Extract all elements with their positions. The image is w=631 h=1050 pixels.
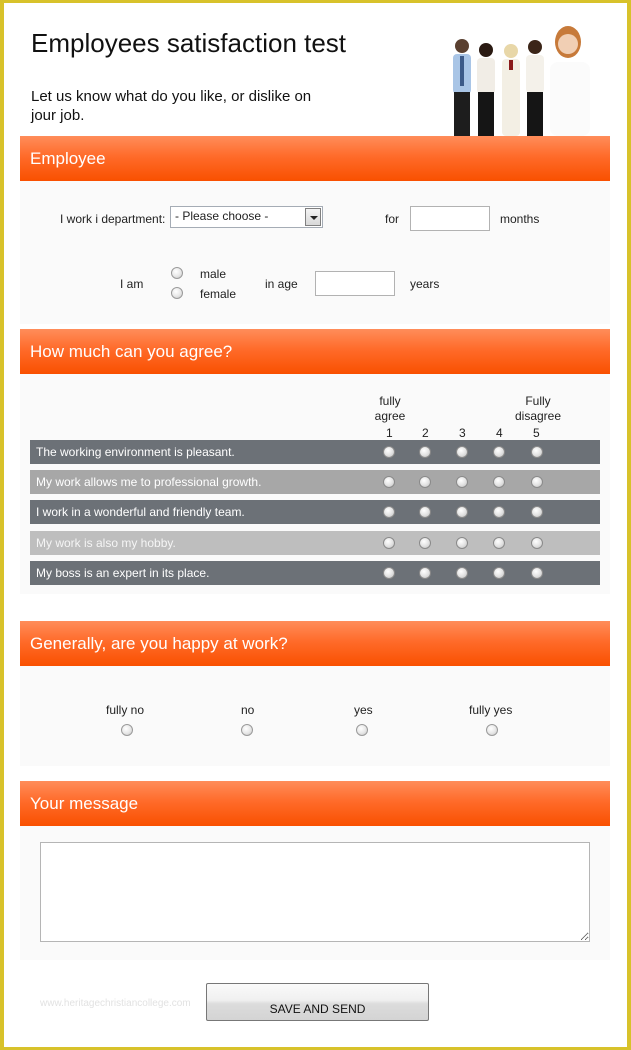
scale-number-5: 5 bbox=[533, 426, 540, 440]
agree-radio-4[interactable] bbox=[493, 506, 505, 518]
gender-label-male: male bbox=[200, 267, 227, 281]
agree-radio-5[interactable] bbox=[531, 567, 543, 579]
agree-radio-4[interactable] bbox=[493, 476, 505, 488]
message-textarea[interactable] bbox=[40, 842, 590, 942]
scale-number-2: 2 bbox=[422, 426, 429, 440]
age-label: in age bbox=[265, 277, 298, 291]
agree-radio-2[interactable] bbox=[419, 537, 431, 549]
happy-label-fully-yes: fully yes bbox=[469, 703, 513, 717]
gender-radio-male[interactable] bbox=[171, 267, 183, 279]
for-label: for bbox=[385, 212, 400, 226]
happy-label-yes: yes bbox=[354, 703, 373, 717]
gender-label-female: female bbox=[200, 287, 237, 301]
agree-radio-2[interactable] bbox=[419, 476, 431, 488]
section-body-employee bbox=[20, 181, 610, 324]
happy-label-no: no bbox=[241, 703, 255, 717]
person-3 bbox=[502, 44, 520, 136]
statement-row: The working environment is pleasant. bbox=[30, 440, 600, 464]
agree-radio-2[interactable] bbox=[419, 567, 431, 579]
page-title: Employees satisfaction test bbox=[31, 28, 347, 58]
gender-radio-female[interactable] bbox=[171, 287, 183, 299]
person-2 bbox=[477, 43, 495, 136]
statement-row: I work in a wonderful and friendly team. bbox=[30, 500, 600, 524]
statement-text: My boss is an expert in its place. bbox=[36, 566, 210, 580]
business-team-image bbox=[453, 26, 590, 136]
agree-radio-3[interactable] bbox=[456, 537, 468, 549]
age-input[interactable] bbox=[315, 271, 395, 296]
statement-text: The working environment is pleasant. bbox=[36, 445, 235, 459]
agree-radio-2[interactable] bbox=[419, 506, 431, 518]
section-header-message: Your message bbox=[20, 781, 610, 826]
scale-left-line-1: fully bbox=[379, 394, 401, 408]
happy-radio-yes[interactable] bbox=[356, 724, 368, 736]
statement-text: I work in a wonderful and friendly team. bbox=[36, 505, 245, 519]
agree-radio-4[interactable] bbox=[493, 537, 505, 549]
agree-radio-5[interactable] bbox=[531, 537, 543, 549]
scale-left-label: fully agree bbox=[365, 394, 415, 424]
years-label: years bbox=[410, 277, 440, 291]
save-and-send-button[interactable]: SAVE AND SEND bbox=[206, 983, 429, 1021]
department-select[interactable]: - Please choose - bbox=[170, 206, 323, 228]
section-header-happy: Generally, are you happy at work? bbox=[20, 621, 610, 666]
i-am-label: I am bbox=[120, 277, 144, 291]
statement-row: My work is also my hobby. bbox=[30, 531, 600, 555]
agree-radio-1[interactable] bbox=[383, 506, 395, 518]
agree-radio-4[interactable] bbox=[493, 567, 505, 579]
section-header-agree: How much can you agree? bbox=[20, 329, 610, 374]
department-select-value: - Please choose - bbox=[175, 209, 269, 223]
chevron-down-icon[interactable] bbox=[305, 208, 321, 226]
agree-radio-1[interactable] bbox=[383, 446, 395, 458]
scale-number-4: 4 bbox=[496, 426, 503, 440]
person-5 bbox=[550, 26, 590, 136]
statement-row: My boss is an expert in its place. bbox=[30, 561, 600, 585]
statement-row: My work allows me to professional growth… bbox=[30, 470, 600, 494]
happy-radio-fully-no[interactable] bbox=[121, 724, 133, 736]
scale-number-1: 1 bbox=[386, 426, 393, 440]
scale-right-line-2: disagree bbox=[514, 409, 562, 423]
happy-label-fully-no: fully no bbox=[106, 703, 145, 717]
agree-radio-3[interactable] bbox=[456, 567, 468, 579]
agree-radio-1[interactable] bbox=[383, 567, 395, 579]
scale-number-3: 3 bbox=[459, 426, 466, 440]
agree-radio-2[interactable] bbox=[419, 446, 431, 458]
agree-radio-1[interactable] bbox=[383, 476, 395, 488]
agree-radio-5[interactable] bbox=[531, 476, 543, 488]
scale-right-label: Fully disagree bbox=[508, 394, 568, 424]
happy-radio-fully-yes[interactable] bbox=[486, 724, 498, 736]
agree-radio-3[interactable] bbox=[456, 506, 468, 518]
agree-radio-3[interactable] bbox=[456, 446, 468, 458]
months-label: months bbox=[500, 212, 540, 226]
happy-radio-no[interactable] bbox=[241, 724, 253, 736]
scale-right-line-1: Fully bbox=[525, 394, 551, 408]
agree-radio-1[interactable] bbox=[383, 537, 395, 549]
person-4 bbox=[526, 40, 544, 136]
section-header-employee: Employee bbox=[20, 136, 610, 181]
scale-left-line-2: agree bbox=[374, 409, 406, 423]
agree-radio-3[interactable] bbox=[456, 476, 468, 488]
agree-radio-5[interactable] bbox=[531, 446, 543, 458]
person-1 bbox=[453, 39, 471, 136]
watermark-text: www.heritagechristiancollege.com bbox=[40, 998, 191, 1009]
statement-text: My work allows me to professional growth… bbox=[36, 475, 262, 489]
statement-text: My work is also my hobby. bbox=[36, 536, 176, 550]
agree-radio-4[interactable] bbox=[493, 446, 505, 458]
department-label: I work i department: bbox=[60, 212, 166, 226]
agree-radio-5[interactable] bbox=[531, 506, 543, 518]
page-subtitle: Let us know what do you like, or dislike… bbox=[31, 88, 312, 124]
months-input[interactable] bbox=[410, 206, 490, 231]
